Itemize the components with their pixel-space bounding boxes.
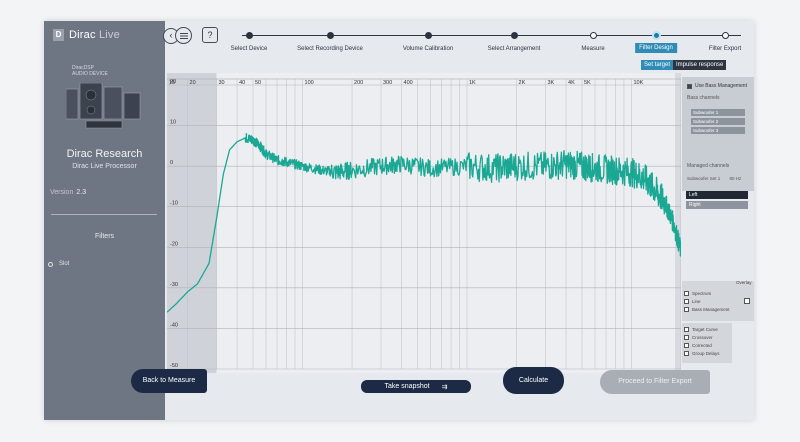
x-tick-label: 400 <box>404 80 413 86</box>
help-button[interactable]: ? <box>202 27 218 43</box>
x-tick-label: 2K <box>519 80 526 86</box>
step-label-3[interactable]: Volume Calibration <box>403 46 453 52</box>
chart-background <box>167 73 681 373</box>
channel-right-item[interactable]: Right <box>686 201 748 209</box>
step-label-6[interactable]: Filter Design <box>635 43 677 53</box>
brand-suffix: Live <box>98 29 120 41</box>
impulse-response-tab[interactable]: Impulse response <box>673 60 727 70</box>
brand: D Dirac Live <box>53 27 120 43</box>
x-tick-label: 300 <box>383 80 392 86</box>
step-dot-3[interactable] <box>424 32 432 39</box>
managed-channels-heading: Managed channels <box>687 163 730 169</box>
checkbox-icon[interactable] <box>687 83 692 89</box>
set-target-tab[interactable]: Set target <box>641 60 674 70</box>
x-tick-label: 50 <box>255 80 261 86</box>
step-label-5[interactable]: Measure <box>581 46 604 52</box>
group-delays-checkbox[interactable]: Group Delays <box>684 351 720 356</box>
step-label-7[interactable]: Filter Export <box>709 46 741 52</box>
corrected-checkbox[interactable]: Corrected <box>684 343 712 348</box>
version-value: 2.3 <box>76 189 87 196</box>
overlay-label: Overlay <box>736 280 752 285</box>
line-checkbox[interactable]: Line <box>684 299 701 304</box>
subwoofer-1-item[interactable]: Subwoofer 1 <box>691 109 745 116</box>
x-tick-label: 4K <box>568 80 575 86</box>
dirac-logo-icon: D <box>53 29 64 41</box>
proceed-to-filter-export-button[interactable]: Proceed to Filter Export <box>600 370 710 394</box>
step-label-2[interactable]: Select Recording Device <box>297 46 363 52</box>
subwoofer-set-row[interactable]: Subwoofer Set 1 80 Hz <box>687 176 741 181</box>
bass-management-checkbox[interactable]: Bass Management <box>684 307 730 312</box>
back-to-measure-button[interactable]: Back to Measure <box>131 369 207 393</box>
filters-heading: Filters <box>94 233 115 240</box>
frequency-response-chart[interactable]: 15203040501002003004001K2K3K4K5K10K20K20… <box>167 73 681 373</box>
device-title: Dirac Research <box>66 148 143 160</box>
filter-slot-item[interactable]: Slot <box>48 261 69 267</box>
step-dot-7[interactable] <box>721 32 729 39</box>
menu-list-button[interactable] <box>175 27 192 44</box>
device-image <box>66 83 141 129</box>
take-snapshot-button[interactable]: Take snapshot ⇉ <box>361 380 471 393</box>
crossover-checkbox[interactable]: Crossover <box>684 335 713 340</box>
use-bass-management-checkbox[interactable]: Use Bass Management <box>687 83 747 89</box>
device-model: DiracDSP AUDIO DEVICE <box>72 65 108 77</box>
step-dot-1[interactable] <box>245 32 253 39</box>
curve-options-panel: Target Curve Crossover Corrected Group D… <box>682 323 732 363</box>
y-tick-label: -30 <box>170 282 178 288</box>
y-tick-label: -40 <box>170 322 178 328</box>
y-tick-label: 20 <box>170 79 176 85</box>
device-subtitle: Dirac Live Processor <box>72 163 137 170</box>
x-tick-label: 100 <box>305 80 314 86</box>
y-tick-label: 10 <box>170 120 176 126</box>
brand-name: Dirac <box>69 29 96 41</box>
step-label-4[interactable]: Select Arrangement <box>488 46 541 52</box>
x-tick-label: 30 <box>219 80 225 86</box>
y-tick-label: -20 <box>170 241 178 247</box>
app-window: D Dirac Live DiracDSP AUDIO DEVICE Dirac… <box>44 21 754 420</box>
version-info: Version 2.3 <box>50 189 87 196</box>
step-dot-4[interactable] <box>510 32 518 39</box>
subwoofer-2-item[interactable]: Subwoofer 2 <box>691 118 745 125</box>
y-tick-label: -10 <box>170 201 178 207</box>
radio-icon[interactable] <box>48 261 53 267</box>
subwoofer-3-item[interactable]: Subwoofer 3 <box>691 127 745 134</box>
y-tick-label: 0 <box>170 160 173 166</box>
x-tick-label: 20 <box>190 80 196 86</box>
list-icon <box>180 33 188 39</box>
sidebar: D Dirac Live DiracDSP AUDIO DEVICE Dirac… <box>44 21 165 420</box>
x-tick-label: 40 <box>239 80 245 86</box>
x-tick-label: 3K <box>547 80 554 86</box>
step-label-1[interactable]: Select Device <box>231 46 268 52</box>
sidebar-divider <box>51 214 157 215</box>
target-curve-checkbox[interactable]: Target Curve <box>684 327 718 332</box>
snapshot-icon: ⇉ <box>441 383 448 391</box>
x-tick-label: 10K <box>633 80 643 86</box>
bass-channels-heading: Bass channels <box>687 95 720 101</box>
overlay-checkbox[interactable] <box>744 298 750 304</box>
bass-management-panel: Use Bass Management Bass channels Subwoo… <box>682 77 754 209</box>
wizard-progress-line <box>242 35 741 36</box>
channel-left-item[interactable]: Left <box>686 191 748 199</box>
step-dot-6[interactable] <box>651 31 661 40</box>
spectrum-checkbox[interactable]: Spectrum <box>684 291 711 296</box>
calculate-button[interactable]: Calculate <box>503 367 564 394</box>
step-dot-2[interactable] <box>326 32 334 39</box>
high-frequency-region <box>675 73 681 373</box>
x-tick-label: 5K <box>584 80 591 86</box>
x-tick-label: 200 <box>354 80 363 86</box>
x-tick-label: 1K <box>469 80 476 86</box>
step-dot-5[interactable] <box>589 32 597 39</box>
